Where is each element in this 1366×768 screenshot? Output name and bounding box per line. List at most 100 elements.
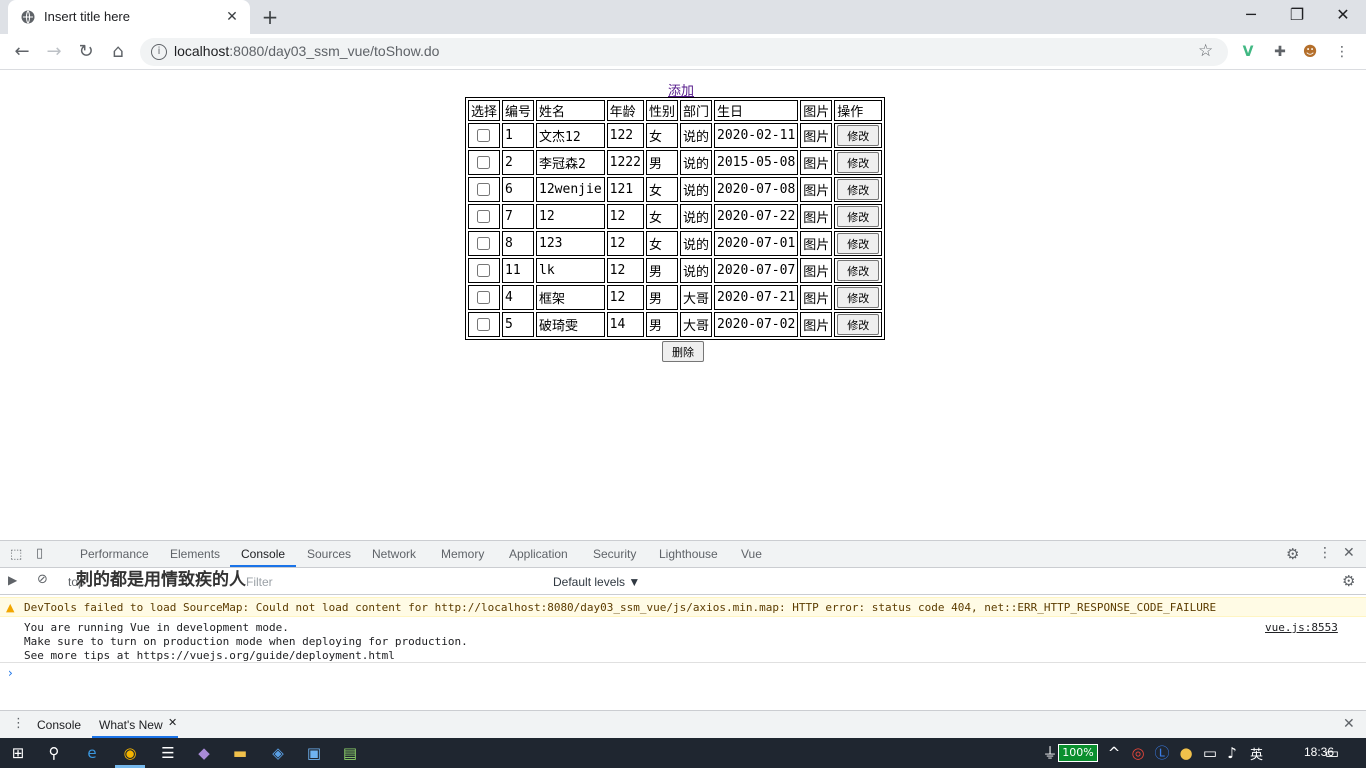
- row-checkbox[interactable]: [477, 129, 490, 142]
- table-row: 6 12wenjie 121 女说的 2020-07-08 图片 修改: [468, 177, 883, 202]
- delete-button[interactable]: 删除: [662, 341, 704, 362]
- filter-input[interactable]: Filter: [240, 573, 544, 591]
- network-icon[interactable]: ▭: [1200, 743, 1220, 763]
- row-checkbox[interactable]: [477, 183, 490, 196]
- show-hidden-icons[interactable]: ^: [1104, 743, 1124, 763]
- remote-desktop-icon[interactable]: ▣: [304, 743, 324, 763]
- inspect-element-icon[interactable]: ⬚: [10, 547, 22, 562]
- file-explorer-icon[interactable]: ▬: [230, 743, 250, 763]
- chrome-icon[interactable]: ◉: [120, 743, 140, 763]
- console-settings-icon[interactable]: ⚙: [1342, 572, 1355, 590]
- cell-birthday: 2020-07-01: [714, 231, 799, 256]
- notification-center-icon[interactable]: ▭: [1322, 743, 1342, 763]
- cell-id: 6: [502, 177, 535, 202]
- netease-music-icon[interactable]: ◎: [1128, 743, 1148, 763]
- more-options-icon[interactable]: ⋮: [1318, 545, 1332, 561]
- edge-icon[interactable]: e: [82, 743, 102, 763]
- devtools-tab-console[interactable]: Console: [241, 547, 285, 561]
- edit-button[interactable]: 修改: [837, 179, 880, 200]
- edit-button[interactable]: 修改: [837, 152, 880, 173]
- volume-icon[interactable]: ♪: [1222, 743, 1242, 763]
- cell-gender: 女: [645, 177, 678, 202]
- action-cell: 修改: [834, 123, 883, 148]
- close-window-icon[interactable]: ✕: [1320, 0, 1366, 30]
- select-cell: [468, 150, 501, 175]
- cell-img: 图片: [800, 231, 833, 256]
- log-source-link[interactable]: vue.js:8553: [1265, 621, 1338, 634]
- device-toolbar-icon[interactable]: ▯: [36, 546, 43, 561]
- cell-age: 12: [606, 204, 644, 229]
- profile-avatar[interactable]: ☻: [1300, 42, 1320, 62]
- devtools-tab-security[interactable]: Security: [593, 547, 636, 561]
- l-app-icon[interactable]: Ⓛ: [1152, 743, 1172, 763]
- row-checkbox[interactable]: [477, 318, 490, 331]
- console-prompt[interactable]: ›: [8, 666, 13, 680]
- devtools-tab-performance[interactable]: Performance: [80, 547, 149, 561]
- edit-button[interactable]: 修改: [837, 314, 880, 335]
- reload-icon[interactable]: ↻: [74, 40, 98, 64]
- edit-button[interactable]: 修改: [837, 206, 880, 227]
- clear-console-icon[interactable]: ⊘: [37, 572, 48, 587]
- table-row: 5 破琦雯 14 男大哥 2020-07-02 图片 修改: [468, 312, 883, 337]
- url-text[interactable]: localhost:8080/day03_ssm_vue/toShow.do: [174, 43, 439, 59]
- back-icon[interactable]: ←: [10, 40, 34, 64]
- search-icon[interactable]: ⚲: [44, 743, 64, 763]
- devtools-tab-network[interactable]: Network: [372, 547, 416, 561]
- ide-icon[interactable]: ◆: [194, 743, 214, 763]
- drawer-tab-whats-new[interactable]: What's New: [99, 718, 163, 732]
- menu-icon[interactable]: ⋮: [1332, 42, 1352, 62]
- cell-img: 图片: [800, 123, 833, 148]
- address-bar[interactable]: i localhost:8080/day03_ssm_vue/toShow.do…: [140, 38, 1228, 66]
- drawer-menu-icon[interactable]: ⋮: [12, 716, 25, 731]
- devtools-tab-lighthouse[interactable]: Lighthouse: [659, 547, 718, 561]
- drawer-tab-console[interactable]: Console: [37, 718, 81, 732]
- log-levels-dropdown[interactable]: Default levels ▼: [553, 575, 640, 589]
- edit-button[interactable]: 修改: [837, 125, 880, 146]
- column-header: 姓名: [536, 100, 605, 121]
- cell-gender: 女: [645, 204, 678, 229]
- vue-guide-link[interactable]: https://vuejs.org/guide/deployment.html: [137, 649, 395, 662]
- tray-app-icon[interactable]: ●: [1176, 743, 1196, 763]
- input-method-indicator[interactable]: 英: [1250, 744, 1263, 763]
- home-icon[interactable]: ⌂: [106, 40, 130, 64]
- minimize-icon[interactable]: ─: [1228, 0, 1274, 30]
- row-checkbox[interactable]: [477, 156, 490, 169]
- vue-devtools-icon[interactable]: V: [1238, 42, 1258, 62]
- extensions-icon[interactable]: ✚: [1270, 42, 1290, 62]
- forward-icon[interactable]: →: [42, 40, 66, 64]
- row-checkbox[interactable]: [477, 264, 490, 277]
- column-header: 编号: [502, 100, 535, 121]
- restore-icon[interactable]: ❐: [1274, 0, 1320, 30]
- devtools-tab-elements[interactable]: Elements: [170, 547, 220, 561]
- devtools-tab-application[interactable]: Application: [509, 547, 568, 561]
- close-tab-icon[interactable]: ✕: [224, 9, 240, 25]
- close-drawer-icon[interactable]: ✕: [1343, 716, 1355, 732]
- sourcemap-link[interactable]: http://localhost:8080/day03_ssm_vue/js/a…: [435, 601, 779, 614]
- bookmark-star-icon[interactable]: ☆: [1198, 41, 1213, 61]
- cell-id: 4: [502, 285, 535, 310]
- console-warning: ▲ DevTools failed to load SourceMap: Cou…: [0, 597, 1366, 617]
- vscode-icon[interactable]: ◈: [268, 743, 288, 763]
- edit-button[interactable]: 修改: [837, 260, 880, 281]
- sidebar-toggle-icon[interactable]: ▶: [8, 573, 17, 587]
- battery-indicator[interactable]: 100%: [1058, 744, 1098, 762]
- row-checkbox[interactable]: [477, 210, 490, 223]
- settings-gear-icon[interactable]: ⚙: [1286, 545, 1299, 563]
- info-icon[interactable]: i: [151, 44, 167, 60]
- notepad-icon[interactable]: ▤: [340, 743, 360, 763]
- tab-title: Insert title here: [44, 9, 130, 24]
- row-checkbox[interactable]: [477, 237, 490, 250]
- edit-button[interactable]: 修改: [837, 233, 880, 254]
- row-checkbox[interactable]: [477, 291, 490, 304]
- browser-tab[interactable]: Insert title here ✕: [8, 0, 250, 34]
- close-drawer-tab-icon[interactable]: ✕: [168, 716, 177, 729]
- devtools-tab-sources[interactable]: Sources: [307, 547, 351, 561]
- column-header: 操作: [834, 100, 883, 121]
- devtools-tab-vue[interactable]: Vue: [741, 547, 762, 561]
- devtools-tab-memory[interactable]: Memory: [441, 547, 484, 561]
- edit-button[interactable]: 修改: [837, 287, 880, 308]
- eclipse-icon[interactable]: ☰: [158, 743, 178, 763]
- windows-start-icon[interactable]: ⊞: [8, 743, 28, 763]
- new-tab-icon[interactable]: +: [260, 7, 280, 27]
- close-devtools-icon[interactable]: ✕: [1343, 545, 1355, 561]
